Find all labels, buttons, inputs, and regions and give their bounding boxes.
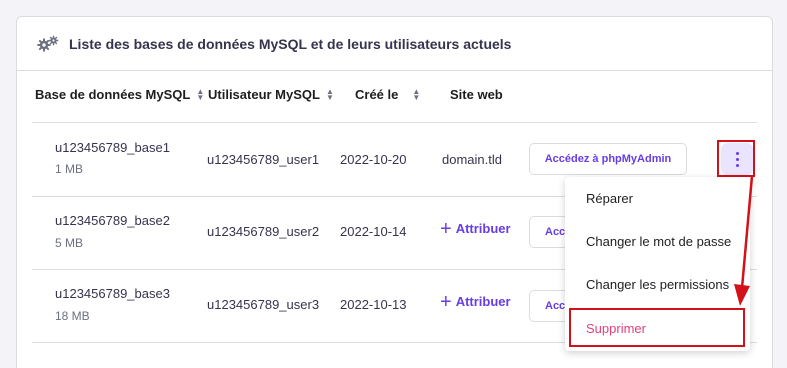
- database-name: u123456789_base3: [55, 286, 170, 301]
- assign-website-button[interactable]: + Attribuer: [440, 290, 511, 313]
- database-size: 18 MB: [55, 309, 90, 323]
- menu-item-repair[interactable]: Réparer: [565, 177, 750, 220]
- row-divider: [32, 122, 757, 123]
- mysql-user: u123456789_user2: [207, 224, 320, 239]
- created-date: 2022-10-13: [340, 297, 407, 312]
- sort-icon[interactable]: ▲ ▼: [412, 87, 420, 101]
- website-domain[interactable]: domain.tld: [442, 152, 502, 167]
- created-date: 2022-10-20: [340, 152, 407, 167]
- phpmyadmin-button[interactable]: Accédez à phpMyAdmin: [529, 143, 687, 175]
- column-header-database[interactable]: Base de données MySQL ▲ ▼: [35, 87, 204, 102]
- sort-icon[interactable]: ▲ ▼: [326, 87, 334, 101]
- assign-website-button[interactable]: + Attribuer: [440, 217, 511, 240]
- column-header-website: Site web: [450, 87, 503, 102]
- delete-highlight-box: [569, 308, 745, 347]
- plus-icon: +: [440, 290, 452, 313]
- column-header-user[interactable]: Utilisateur MySQL ▲ ▼: [208, 87, 334, 102]
- created-date: 2022-10-14: [340, 224, 407, 239]
- database-size: 5 MB: [55, 236, 84, 250]
- phpmyadmin-button[interactable]: Accédez à phpMyAdmin: [529, 216, 569, 248]
- menu-item-change-password[interactable]: Changer le mot de passe: [565, 220, 750, 263]
- kebab-highlight-box: [717, 140, 755, 177]
- mysql-user: u123456789_user3: [207, 297, 320, 312]
- database-name: u123456789_base2: [55, 213, 170, 228]
- card-title: Liste des bases de données MySQL et de l…: [69, 35, 512, 52]
- sort-icon[interactable]: ▲ ▼: [196, 87, 204, 101]
- plus-icon: +: [440, 217, 452, 240]
- gears-icon: [37, 35, 59, 52]
- mysql-user: u123456789_user1: [207, 152, 320, 167]
- card-header: Liste des bases de données MySQL et de l…: [17, 17, 772, 71]
- database-size: 1 MB: [55, 162, 84, 176]
- column-header-created[interactable]: Créé le ▲ ▼: [355, 87, 420, 102]
- menu-item-change-permissions[interactable]: Changer les permissions: [565, 263, 750, 306]
- database-name: u123456789_base1: [55, 140, 170, 155]
- phpmyadmin-button[interactable]: Accédez à phpMyAdmin: [529, 290, 569, 322]
